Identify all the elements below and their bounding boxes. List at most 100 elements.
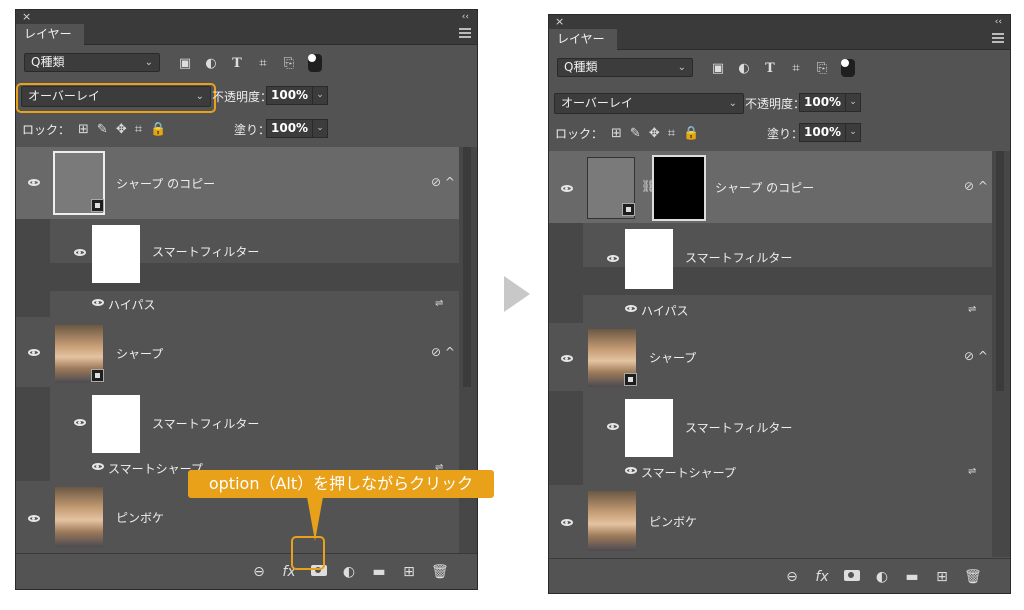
tab-layers[interactable]: レイヤー [16, 24, 84, 45]
opacity-dropdown[interactable]: ⌄ [312, 86, 328, 105]
smart-filter-row[interactable]: スマートフィルター [50, 219, 459, 283]
smart-filter-badge-icon[interactable]: ⊘ ^ [431, 345, 455, 359]
filter-kind-label: 種類 [573, 60, 598, 74]
trash-icon[interactable]: 🗑 [964, 569, 982, 585]
adjustment-layer-icon[interactable]: ◐ [874, 569, 890, 585]
blend-mode-select[interactable]: オーバーレイ ⌄ [554, 93, 744, 114]
lock-brush-icon[interactable]: ✎ [97, 122, 108, 137]
smart-filter-badge-icon[interactable]: ⊘ ^ [964, 349, 988, 363]
filter-options-icon[interactable]: ⇌ [968, 304, 976, 315]
filter-toggle[interactable] [841, 59, 855, 77]
link-icon[interactable]: ⊖ [251, 564, 267, 580]
lock-artboard-icon[interactable]: ⌗ [135, 122, 142, 137]
text-filter-icon[interactable]: T [230, 56, 244, 71]
scrollbar[interactable] [463, 147, 471, 387]
visibility-eye-icon[interactable] [561, 519, 573, 526]
lock-brush-icon[interactable]: ✎ [630, 126, 641, 141]
smart-filter-row[interactable]: スマートフィルター [583, 223, 992, 289]
adjustment-filter-icon[interactable]: ◐ [204, 56, 218, 71]
pixel-filter-icon[interactable]: ▣ [711, 61, 725, 76]
lock-row: ロック： ⊞ ✎ ✥ ⌗ 🔒 [22, 121, 166, 138]
visibility-eye-icon[interactable] [607, 255, 619, 262]
folder-icon[interactable]: ▬ [371, 564, 387, 580]
lock-transparency-icon[interactable]: ⊞ [78, 122, 89, 137]
shape-filter-icon[interactable]: ⌗ [789, 61, 803, 76]
trash-icon[interactable]: 🗑 [431, 564, 449, 580]
smart-filter-row[interactable]: スマートフィルター [583, 391, 992, 459]
smart-filter-badge-icon[interactable]: ⊘ ^ [431, 175, 455, 189]
panel-title-strip: × ‹‹ [549, 15, 1010, 29]
add-mask-icon[interactable] [844, 569, 860, 585]
opacity-field[interactable]: 100% [799, 93, 847, 112]
filter-mask-thumbnail [92, 395, 140, 453]
panel-bottom-toolbar: ⊖ fx ◐ ▬ ⊞ 🗑 [16, 553, 477, 589]
layer-name: シャープ のコピー [116, 177, 216, 191]
visibility-eye-icon[interactable] [92, 299, 104, 306]
lock-move-icon[interactable]: ✥ [116, 122, 127, 137]
adjustment-layer-icon[interactable]: ◐ [341, 564, 357, 580]
folder-icon[interactable]: ▬ [904, 569, 920, 585]
smart-object-filter-icon[interactable]: ⎘ [282, 56, 296, 71]
visibility-eye-icon[interactable] [561, 355, 573, 362]
visibility-eye-icon[interactable] [625, 467, 637, 474]
smart-object-filter-icon[interactable]: ⎘ [815, 61, 829, 76]
panel-menu-icon[interactable] [459, 28, 471, 38]
layer-row-sharp[interactable]: シャープ ⊘ ^ [16, 317, 459, 387]
link-icon[interactable]: ⊖ [784, 569, 800, 585]
visibility-eye-icon[interactable] [74, 419, 86, 426]
lock-all-icon[interactable]: 🔒 [150, 122, 166, 137]
close-icon[interactable]: × [22, 10, 31, 24]
visibility-eye-icon[interactable] [625, 305, 637, 312]
visibility-eye-icon[interactable] [561, 185, 573, 192]
smart-filter-badge-icon[interactable]: ⊘ ^ [964, 179, 988, 193]
fill-label: 塗り： [234, 123, 271, 137]
shape-filter-icon[interactable]: ⌗ [256, 56, 270, 71]
visibility-eye-icon[interactable] [92, 463, 104, 470]
layer-row-bokeh[interactable]: ピンボケ [549, 485, 992, 557]
lock-move-icon[interactable]: ✥ [649, 126, 660, 141]
chevron-down-icon: ⌄ [728, 98, 737, 109]
lock-artboard-icon[interactable]: ⌗ [668, 126, 675, 141]
blend-mode-highlight [16, 83, 216, 113]
collapse-icon[interactable]: ‹‹ [995, 15, 1002, 29]
smart-object-icon [624, 373, 637, 386]
collapse-icon[interactable]: ‹‹ [462, 10, 469, 24]
layer-mask-thumbnail[interactable] [652, 155, 706, 221]
new-layer-icon[interactable]: ⊞ [934, 569, 950, 585]
smart-filter-row[interactable]: スマートフィルター [50, 387, 459, 455]
fill-field[interactable]: 100% [266, 119, 314, 138]
visibility-eye-icon[interactable] [607, 423, 619, 430]
opacity-field[interactable]: 100% [266, 86, 314, 105]
adjustment-filter-icon[interactable]: ◐ [737, 61, 751, 76]
tab-layers[interactable]: レイヤー [549, 29, 617, 50]
layer-row-sharp[interactable]: シャープ ⊘ ^ [549, 323, 992, 391]
lock-all-icon[interactable]: 🔒 [683, 126, 699, 141]
filter-item-row[interactable]: ハイパス ⇌ [583, 295, 992, 323]
text-filter-icon[interactable]: T [763, 61, 777, 76]
visibility-eye-icon[interactable] [28, 515, 40, 522]
lock-transparency-icon[interactable]: ⊞ [611, 126, 622, 141]
opacity-dropdown[interactable]: ⌄ [845, 93, 861, 112]
layer-row-copy[interactable]: シャープ のコピー ⊘ ^ [16, 147, 459, 219]
new-layer-icon[interactable]: ⊞ [401, 564, 417, 580]
pixel-filter-icon[interactable]: ▣ [178, 56, 192, 71]
fill-field[interactable]: 100% [799, 123, 847, 142]
filter-mask-thumbnail [625, 399, 673, 457]
visibility-eye-icon[interactable] [28, 179, 40, 186]
visibility-eye-icon[interactable] [28, 349, 40, 356]
filter-kind-select[interactable]: Q種類 ⌄ [557, 58, 693, 77]
filter-item-row[interactable]: ハイパス ⇌ [50, 291, 459, 317]
filter-toggle[interactable] [308, 54, 322, 72]
filter-item-row[interactable]: スマートシャープ ⇌ [583, 459, 992, 485]
layer-row-copy[interactable]: ⛓ シャープ のコピー ⊘ ^ [549, 151, 992, 223]
filter-kind-select[interactable]: Q種類 ⌄ [24, 53, 160, 72]
filter-options-icon[interactable]: ⇌ [435, 298, 443, 309]
fill-dropdown[interactable]: ⌄ [312, 119, 328, 138]
close-icon[interactable]: × [555, 15, 564, 29]
panel-menu-icon[interactable] [992, 33, 1004, 43]
fx-icon[interactable]: fx [814, 569, 830, 585]
filter-options-icon[interactable]: ⇌ [968, 466, 976, 477]
visibility-eye-icon[interactable] [74, 249, 86, 256]
fill-dropdown[interactable]: ⌄ [845, 123, 861, 142]
scrollbar[interactable] [996, 151, 1004, 391]
